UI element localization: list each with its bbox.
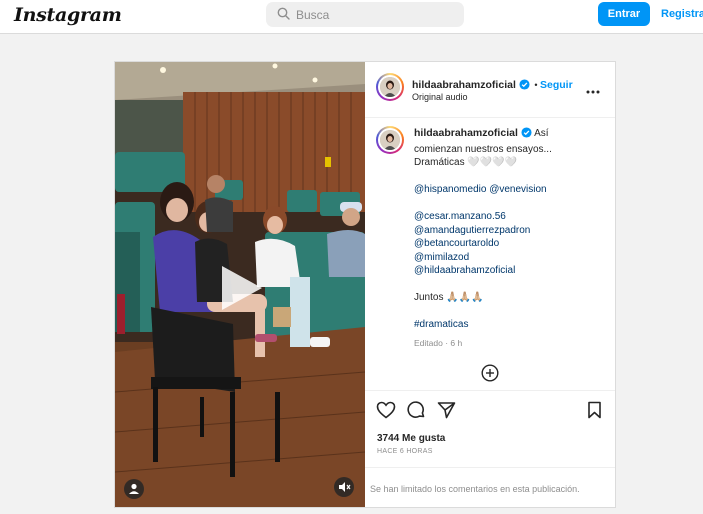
search-icon: [277, 7, 290, 25]
caption-text: hildaabrahamzoficial Así comienzan nuest…: [414, 127, 608, 350]
share-icon[interactable]: [437, 401, 456, 424]
caption-line: Juntos 🙏🏼🙏🏼🙏🏼: [414, 292, 484, 303]
heart-icon[interactable]: [376, 401, 396, 424]
verified-badge-icon: [521, 127, 532, 143]
caption-line: Dramáticas 🤍🤍🤍🤍: [414, 157, 518, 168]
search-input[interactable]: [296, 2, 456, 27]
mention-link[interactable]: @cesar.manzano.56: [414, 210, 608, 224]
add-circle-icon[interactable]: [481, 364, 499, 387]
hashtag-link[interactable]: #dramaticas: [414, 318, 608, 332]
audio-label[interactable]: Original audio: [412, 92, 468, 102]
caption-avatar[interactable]: [376, 126, 404, 154]
login-button[interactable]: Entrar: [598, 2, 650, 26]
top-navigation-bar: Instagram Entrar Registrar: [0, 0, 703, 34]
comment-icon[interactable]: [407, 401, 426, 425]
avatar[interactable]: [376, 73, 404, 101]
verified-badge-icon: [519, 77, 530, 95]
post-card: hildaabrahamzoficial • Seguir Original a…: [114, 61, 616, 508]
comments-limited-text: Se han limitado los comentarios en esta …: [370, 484, 580, 494]
play-icon[interactable]: [218, 264, 264, 312]
more-options-icon[interactable]: [585, 82, 601, 100]
mention-link[interactable]: @betancourtaroldo: [414, 237, 608, 251]
bookmark-icon[interactable]: [587, 401, 602, 424]
post-video[interactable]: [115, 62, 365, 507]
post-username[interactable]: hildaabrahamzoficial: [412, 79, 516, 91]
caption-line: Así: [534, 128, 549, 139]
post-header: hildaabrahamzoficial • Seguir Original a…: [365, 62, 615, 118]
mention-link[interactable]: @hildaabrahamzoficial: [414, 264, 608, 278]
search-box[interactable]: [266, 2, 464, 27]
post-timestamp[interactable]: HACE 6 HORAS: [377, 448, 433, 455]
likes-count[interactable]: 3744 Me gusta: [377, 433, 445, 444]
instagram-logo[interactable]: Instagram: [14, 4, 122, 26]
register-link[interactable]: Registrar: [661, 8, 703, 20]
speaker-icon[interactable]: [334, 477, 354, 497]
mention-link[interactable]: @hispanomedio @venevision: [414, 183, 608, 197]
comments-limited-notice: Se han limitado los comentarios en esta …: [365, 467, 615, 508]
mention-link[interactable]: @amandagutierrezpadron: [414, 224, 608, 238]
mention-link[interactable]: @mimilazod: [414, 251, 608, 265]
follow-button[interactable]: Seguir: [540, 79, 573, 91]
caption-line: comienzan nuestros ensayos...: [414, 143, 552, 155]
caption-username[interactable]: hildaabrahamzoficial: [414, 127, 518, 139]
post-details-pane: hildaabrahamzoficial • Seguir Original a…: [365, 62, 615, 507]
edited-timestamp: Editado · 6 h: [414, 337, 463, 348]
user-tag-icon[interactable]: [124, 479, 144, 499]
